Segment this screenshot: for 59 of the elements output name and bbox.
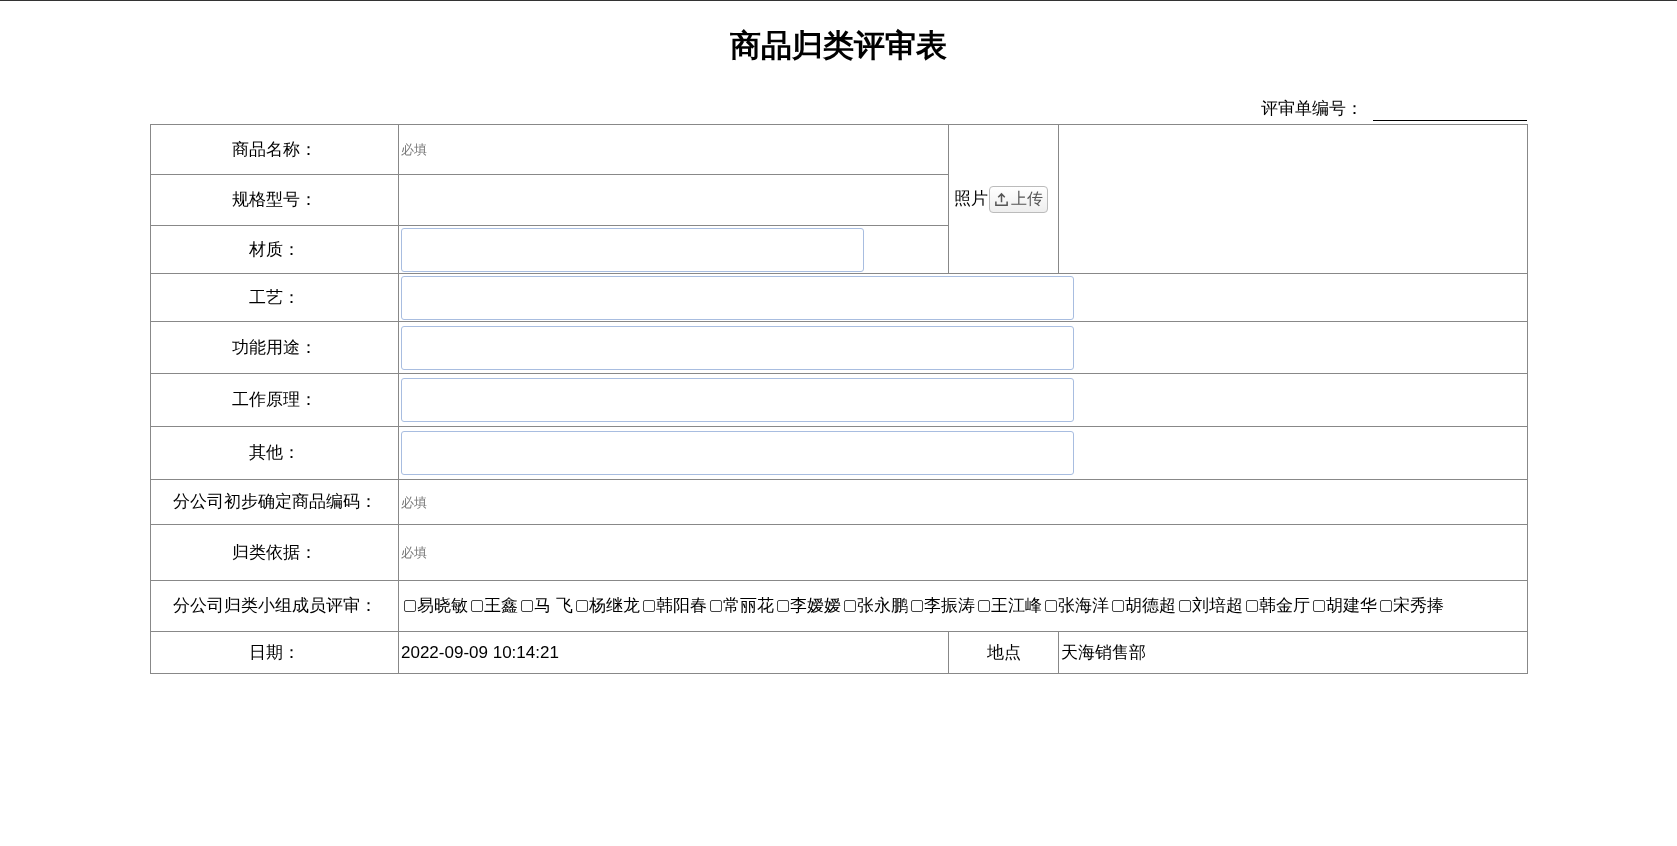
member-name: 马 飞	[534, 596, 573, 615]
field-label: 分公司归类小组成员评审：	[172, 596, 377, 616]
checkbox[interactable]	[642, 600, 655, 612]
input-field[interactable]	[401, 275, 1074, 320]
checkbox[interactable]	[977, 600, 990, 612]
checkbox[interactable]	[1111, 600, 1124, 612]
checkbox[interactable]	[1245, 600, 1258, 612]
field-label: 规格型号：	[232, 190, 317, 210]
checkbox[interactable]	[910, 600, 923, 612]
member-name: 胡德超	[1124, 596, 1176, 615]
checkbox[interactable]	[843, 600, 856, 612]
member-name: 韩阳春	[655, 596, 707, 615]
upload-icon	[994, 191, 1009, 207]
member-name: 韩金厅	[1258, 596, 1310, 615]
checkbox[interactable]	[1312, 600, 1325, 612]
member-name: 张永鹏	[856, 596, 908, 615]
member-name: 杨继龙	[588, 596, 640, 615]
field-label: 材质：	[249, 239, 300, 259]
checkbox[interactable]	[575, 600, 588, 612]
member-name: 张海洋	[1057, 596, 1109, 615]
checkbox[interactable]	[776, 600, 789, 612]
input-field[interactable]: 必填	[399, 125, 948, 174]
checkbox[interactable]	[521, 600, 533, 612]
input-field[interactable]: 必填	[399, 480, 1527, 524]
input-field[interactable]	[401, 227, 864, 272]
upload-button[interactable]: 上传	[989, 185, 1048, 213]
member-name: 刘培超	[1191, 596, 1243, 615]
member-name: 王鑫	[484, 596, 518, 615]
checkbox[interactable]	[1379, 600, 1392, 612]
checkbox[interactable]	[471, 600, 483, 612]
member-name: 李振涛	[923, 596, 975, 615]
checkbox[interactable]	[404, 600, 416, 612]
field-value: 天海销售部	[1061, 642, 1146, 662]
field-label: 分公司初步确定商品编码：	[172, 492, 377, 512]
field-label: 其他：	[249, 443, 300, 463]
checkbox[interactable]	[1044, 600, 1057, 612]
photo-label: 照片	[954, 188, 988, 211]
member-name: 王江峰	[990, 596, 1042, 615]
input-field[interactable]	[401, 431, 1074, 475]
field-label: 工作原理：	[232, 390, 317, 410]
field-label: 功能用途：	[232, 337, 317, 357]
member-name: 常丽花	[722, 596, 774, 615]
field-label: 商品名称：	[232, 139, 317, 159]
member-name: 胡建华	[1325, 596, 1377, 615]
field-label: 归类依据：	[232, 542, 317, 562]
member-name: 易晓敏	[417, 596, 468, 615]
member-name: 李嫒嫒	[789, 596, 841, 615]
input-field[interactable]	[401, 325, 1074, 370]
checkbox[interactable]	[709, 600, 722, 612]
input-field[interactable]	[401, 378, 1074, 422]
page-title: 商品归类评审表	[729, 27, 948, 65]
review-number-label: 评审单编号：	[1261, 97, 1363, 120]
field-label: 工艺：	[249, 287, 300, 307]
member-name: 宋秀捧	[1392, 596, 1444, 615]
field-label: 日期：	[249, 642, 300, 662]
input-field[interactable]: 必填	[399, 525, 1527, 580]
field-label: 地点	[986, 642, 1021, 662]
checkbox[interactable]	[1178, 600, 1191, 612]
field-value: 2022-09-09 10:14:21	[401, 642, 559, 662]
